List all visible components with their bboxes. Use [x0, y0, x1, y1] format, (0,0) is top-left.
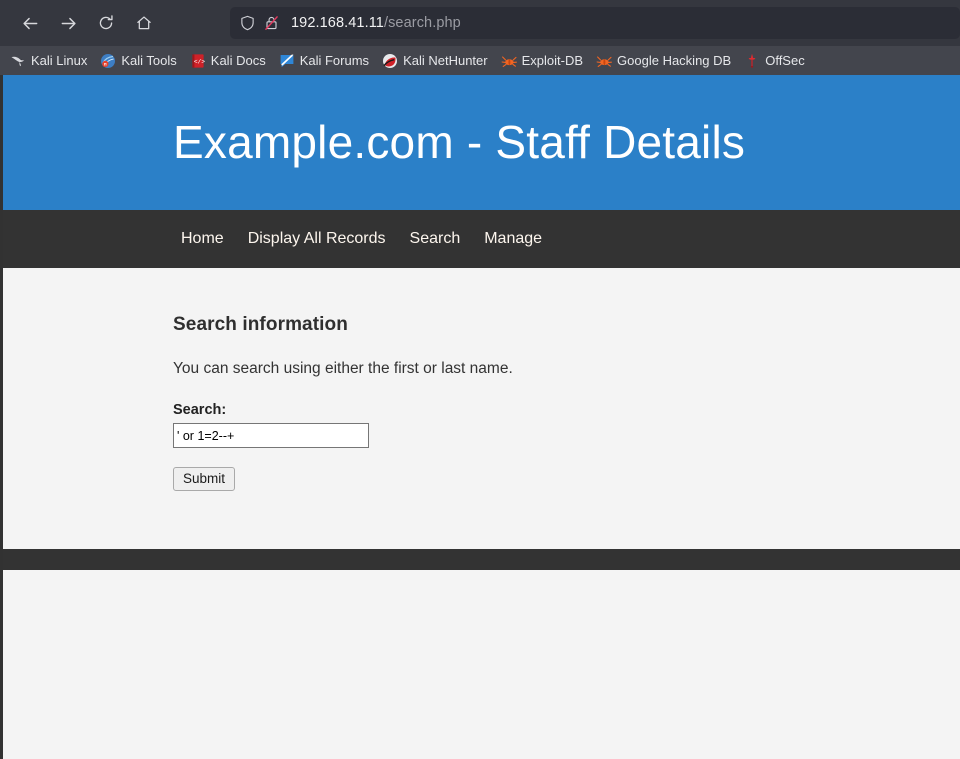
- arrow-right-icon: [59, 14, 78, 33]
- reload-icon: [97, 14, 115, 32]
- site-banner: Example.com - Staff Details: [3, 75, 960, 210]
- bookmark-label: Kali Linux: [31, 53, 88, 68]
- kali-tools-icon: п: [100, 53, 116, 69]
- bookmark-offsec[interactable]: OffSec: [744, 53, 805, 69]
- bookmark-kali-linux[interactable]: Kali Linux: [10, 53, 87, 69]
- google-hacking-db-icon: [596, 53, 612, 69]
- bookmark-label: Kali Forums: [299, 53, 370, 68]
- nav-item-home[interactable]: Home: [181, 230, 224, 248]
- page-title: Example.com - Staff Details: [173, 116, 746, 169]
- bookmark-label: Kali Tools: [121, 53, 177, 68]
- nav-item-display-all-records[interactable]: Display All Records: [248, 230, 386, 248]
- back-button[interactable]: [14, 7, 46, 39]
- home-button[interactable]: [128, 7, 160, 39]
- section-heading: Search information: [173, 314, 348, 335]
- address-bar-container: 192.168.41.11/search.php: [230, 6, 960, 40]
- browser-chrome: 192.168.41.11/search.php Kali Linux п Ka…: [0, 0, 960, 75]
- bookmark-label: OffSec: [765, 53, 805, 68]
- reload-button[interactable]: [90, 7, 122, 39]
- nav-item-manage[interactable]: Manage: [484, 230, 542, 248]
- bookmark-label: Google Hacking DB: [617, 53, 732, 68]
- search-input[interactable]: [173, 423, 369, 448]
- forward-button[interactable]: [52, 7, 84, 39]
- footer-bar: [3, 549, 960, 570]
- bookmark-label: Kali NetHunter: [403, 53, 488, 68]
- offsec-icon: [744, 53, 760, 69]
- arrow-left-icon: [21, 14, 40, 33]
- search-form: Search: Submit: [173, 402, 960, 491]
- bookmark-label: Kali Docs: [210, 53, 266, 68]
- url-host: 192.168.41.11: [291, 15, 384, 31]
- bookmark-kali-tools[interactable]: п Kali Tools: [100, 53, 177, 69]
- bookmark-label: Exploit-DB: [521, 53, 584, 68]
- browser-toolbar: 192.168.41.11/search.php: [0, 0, 960, 46]
- bookmark-kali-forums[interactable]: Kali Forums: [279, 53, 369, 69]
- svg-text:п: п: [104, 61, 107, 66]
- section-description: You can search using either the first or…: [173, 360, 513, 377]
- bookmark-kali-docs[interactable]: </> Kali Docs: [190, 53, 266, 69]
- home-icon: [135, 14, 153, 32]
- kali-docs-icon: </>: [190, 53, 206, 69]
- site-navigation: Home Display All Records Search Manage: [3, 210, 960, 268]
- bookmark-kali-nethunter[interactable]: Kali NetHunter: [382, 53, 488, 69]
- page-viewport: Example.com - Staff Details Home Display…: [0, 75, 960, 759]
- search-label: Search:: [173, 402, 227, 418]
- broken-lock-icon[interactable]: [264, 15, 279, 31]
- kali-nethunter-icon: [382, 53, 398, 69]
- below-footer-area: [3, 570, 960, 743]
- address-bar[interactable]: 192.168.41.11/search.php: [230, 7, 960, 39]
- exploit-db-icon: [501, 53, 517, 69]
- bookmark-google-hacking-db[interactable]: Google Hacking DB: [596, 53, 731, 69]
- main-content: Search information You can search using …: [3, 268, 960, 549]
- submit-button[interactable]: Submit: [173, 467, 236, 491]
- nav-item-search[interactable]: Search: [410, 230, 461, 248]
- url-path: /search.php: [383, 15, 461, 31]
- bookmark-exploit-db[interactable]: Exploit-DB: [501, 53, 583, 69]
- bookmarks-bar: Kali Linux п Kali Tools </> Kali Docs Ka…: [0, 46, 960, 75]
- kali-forums-icon: [279, 53, 295, 69]
- kali-dragon-icon: [10, 53, 26, 69]
- url-text: 192.168.41.11/search.php: [291, 15, 461, 31]
- svg-text:</>: </>: [194, 58, 205, 65]
- shield-icon[interactable]: [240, 15, 255, 31]
